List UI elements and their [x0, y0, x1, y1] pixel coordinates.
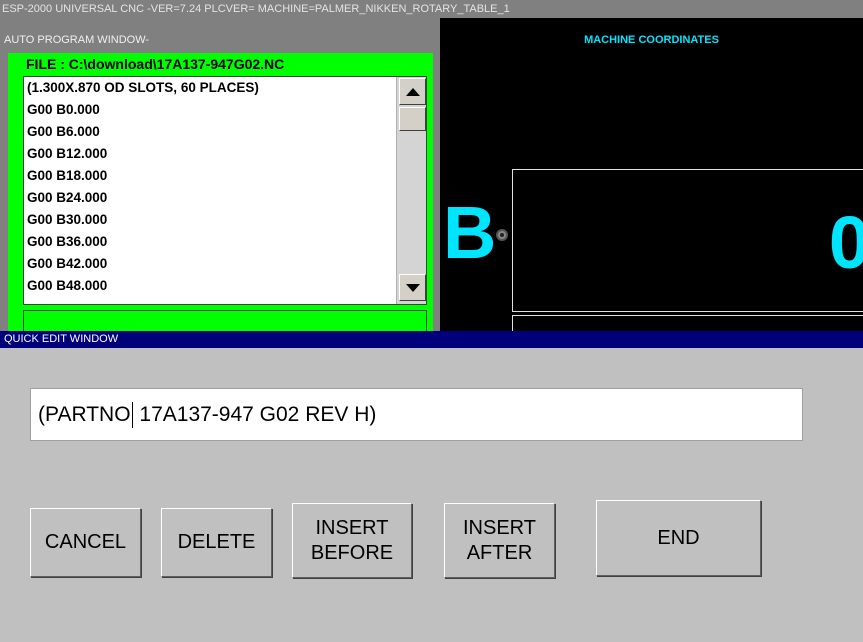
program-line[interactable]: G00 B48.000 [27, 275, 107, 297]
auto-program-window: AUTO PROGRAM WINDOW- FILE : C:\download\… [0, 18, 440, 332]
program-line[interactable]: (1.300X.870 OD SLOTS, 60 PLACES) [27, 77, 259, 99]
end-button-label: END [657, 526, 700, 549]
insert-before-label-line1: INSERT [315, 516, 389, 539]
delete-button[interactable]: DELETE [161, 508, 272, 577]
program-line[interactable]: G00 B12.000 [27, 143, 107, 165]
program-list-scrollbar[interactable] [396, 77, 426, 304]
edit-text-after-caret: 17A137-947 G02 REV H) [133, 403, 377, 426]
insert-after-label-line2: AFTER [466, 541, 533, 564]
program-line[interactable]: G00 B18.000 [27, 165, 107, 187]
axis-label: B [443, 191, 497, 274]
program-line[interactable]: G00 B0.000 [27, 99, 100, 121]
insert-after-label-line1: INSERT [463, 516, 536, 539]
insert-before-label-line2: BEFORE [310, 541, 394, 564]
program-listbox[interactable]: (1.300X.870 OD SLOTS, 60 PLACES) G00 B0.… [23, 76, 427, 305]
program-line[interactable]: G00 B6.000 [27, 121, 100, 143]
text-caret [131, 402, 133, 429]
axis-value: 0 [829, 206, 863, 280]
quick-edit-window-title: QUICK EDIT WINDOW [0, 331, 863, 348]
scroll-thumb[interactable] [399, 107, 426, 131]
machine-coordinates-title: MACHINE COORDINATES [584, 34, 719, 46]
program-line[interactable]: G00 B30.000 [27, 209, 107, 231]
arrow-up-icon [405, 87, 420, 96]
block-edit-field[interactable]: (PARTNO 17A137-947 G02 REV H) [30, 388, 803, 441]
axis-indicator-icon [496, 229, 508, 241]
program-line[interactable]: G00 B24.000 [27, 187, 107, 209]
machine-coordinates-panel: MACHINE COORDINATES B 0 [440, 18, 863, 335]
program-status-field [23, 310, 427, 332]
auto-program-window-title: AUTO PROGRAM WINDOW- [0, 32, 437, 49]
quick-edit-window: (PARTNO 17A137-947 G02 REV H) CANCEL DEL… [0, 348, 863, 642]
cancel-button[interactable]: CANCEL [30, 508, 141, 577]
app-titlebar: ESP-2000 UNIVERSAL CNC -VER=7.24 PLCVER=… [0, 0, 863, 18]
insert-before-button[interactable]: INSERT BEFORE [292, 503, 412, 578]
insert-after-button[interactable]: INSERT AFTER [444, 503, 555, 578]
scroll-up-button[interactable] [399, 78, 426, 105]
arrow-down-icon [405, 283, 420, 292]
program-line[interactable]: G00 B42.000 [27, 253, 107, 275]
cancel-button-label: CANCEL [44, 531, 127, 553]
delete-button-label: DELETE [177, 531, 256, 553]
program-line[interactable]: G00 B36.000 [27, 231, 107, 253]
scroll-down-button[interactable] [399, 274, 426, 301]
file-path-label: FILE : C:\download\17A137-947G02.NC [26, 56, 285, 72]
axis-value-box: 0 [512, 169, 863, 312]
edit-text-before-caret: (PARTNO [38, 403, 131, 426]
program-file-panel: FILE : C:\download\17A137-947G02.NC (1.3… [8, 53, 433, 332]
end-button[interactable]: END [596, 500, 761, 576]
